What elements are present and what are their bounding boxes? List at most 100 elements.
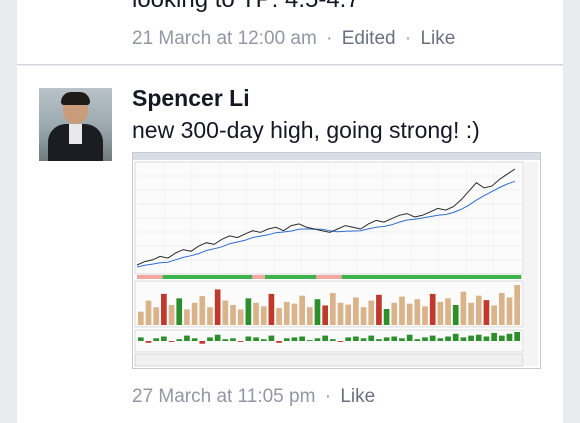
- signal-strip-segment: [367, 275, 381, 279]
- oscillator-bar: [445, 336, 451, 341]
- volume-bar: [368, 300, 375, 325]
- signal-strip-segment: [137, 275, 151, 279]
- volume-bar: [360, 307, 367, 325]
- signal-strip-segment: [405, 275, 419, 279]
- volume-bar: [314, 299, 321, 325]
- oscillator-bar: [399, 338, 405, 341]
- oscillator-bar: [237, 341, 244, 342]
- volume-bar: [483, 300, 490, 325]
- oscillator-bar: [330, 339, 336, 341]
- oscillator-bar: [145, 341, 152, 343]
- volume-bar: [391, 302, 398, 325]
- oscillator-bar: [353, 336, 359, 341]
- edited-link[interactable]: Edited: [342, 28, 396, 49]
- volume-bar: [514, 285, 520, 325]
- signal-strip-segment: [303, 275, 317, 279]
- oscillator-bar: [437, 338, 444, 341]
- author-name[interactable]: Spencer Li: [132, 85, 250, 112]
- volume-bar: [353, 297, 359, 325]
- volume-bar: [260, 306, 267, 325]
- signal-strip-segment: [354, 275, 368, 279]
- volume-bar: [237, 309, 244, 325]
- oscillator-bar: [506, 333, 513, 341]
- volume-bar: [399, 296, 405, 325]
- volume-bar: [330, 293, 336, 325]
- volume-bar: [376, 294, 382, 325]
- signal-strip: [137, 275, 522, 279]
- signal-strip-segment: [341, 275, 355, 279]
- volume-bar: [422, 306, 428, 325]
- like-link[interactable]: Like: [340, 386, 375, 407]
- oscillator-bar: [491, 332, 497, 341]
- like-link[interactable]: Like: [420, 28, 455, 49]
- oscillator-bar: [153, 338, 160, 341]
- signal-strip-segment: [213, 275, 227, 279]
- volume-bar: [506, 297, 513, 325]
- volume-bar: [191, 302, 198, 325]
- oscillator-bar: [184, 335, 190, 341]
- signal-strip-segment: [162, 275, 176, 279]
- volume-bar: [491, 305, 497, 325]
- signal-strip-segment: [380, 275, 394, 279]
- previous-post-timestamp[interactable]: 21 March at 12:00 am: [132, 28, 317, 49]
- signal-strip-segment: [149, 275, 163, 279]
- signal-strip-segment: [175, 275, 189, 279]
- volume-bar: [406, 303, 413, 325]
- volume-bar: [322, 305, 328, 325]
- volume-bar: [245, 298, 252, 325]
- avatar-hair-shape: [61, 92, 90, 105]
- volume-bar: [475, 295, 482, 325]
- volume-bar: [161, 293, 167, 325]
- volume-bar: [445, 298, 451, 325]
- volume-bar: [222, 300, 229, 325]
- stock-chart-image[interactable]: [132, 152, 541, 369]
- oscillator-bar: [383, 337, 390, 341]
- signal-strip-segment: [495, 275, 509, 279]
- volume-bar: [306, 307, 313, 325]
- volume-bar: [383, 309, 390, 325]
- volume-bar: [184, 309, 190, 325]
- volume-bar: [299, 295, 305, 325]
- post-timestamp[interactable]: 27 March at 11:05 pm: [132, 386, 315, 407]
- oscillator-bar: [306, 340, 313, 341]
- oscillator-bar: [176, 339, 183, 341]
- oscillator-bar: [276, 341, 282, 343]
- avatar[interactable]: [39, 88, 112, 161]
- volume-bar: [291, 303, 298, 325]
- volume-bar: [283, 301, 290, 325]
- meta-separator: ·: [326, 28, 333, 49]
- oscillator-bar: [406, 334, 413, 341]
- volume-bar: [468, 302, 474, 325]
- signal-strip-segment: [418, 275, 432, 279]
- oscillator-bar: [214, 334, 221, 341]
- volume-bar: [345, 304, 352, 325]
- oscillator-bar: [245, 336, 252, 341]
- post-text: new 300-day high, going strong! :): [132, 117, 480, 143]
- signal-strip-segment: [226, 275, 240, 279]
- oscillator-bar: [483, 336, 490, 341]
- signal-strip-segment: [290, 275, 304, 279]
- volume-bar: [138, 311, 144, 325]
- signal-strip-segment: [316, 275, 330, 279]
- volume-bar: [145, 300, 152, 325]
- oscillator-bar: [460, 337, 467, 341]
- volume-bar: [253, 302, 259, 325]
- meta-separator: ·: [324, 386, 332, 407]
- oscillator-bar: [360, 338, 367, 341]
- signal-strip-segment: [329, 275, 343, 279]
- signal-strip-segment: [201, 275, 215, 279]
- oscillator-bar: [222, 339, 229, 341]
- volume-bar: [207, 307, 213, 325]
- volume-bar: [230, 305, 236, 325]
- volume-bar: [268, 293, 275, 325]
- oscillator-bar: [191, 338, 198, 341]
- oscillator-bar: [345, 337, 352, 341]
- oscillator-bar: [291, 337, 298, 341]
- value-axis: [524, 162, 538, 366]
- oscillator-bar: [368, 335, 375, 341]
- chart-title-bar: [133, 153, 540, 160]
- oscillator-bar: [314, 338, 321, 341]
- oscillator-bar: [260, 339, 267, 341]
- volume-bar: [176, 298, 183, 325]
- oscillator-bar: [199, 341, 206, 344]
